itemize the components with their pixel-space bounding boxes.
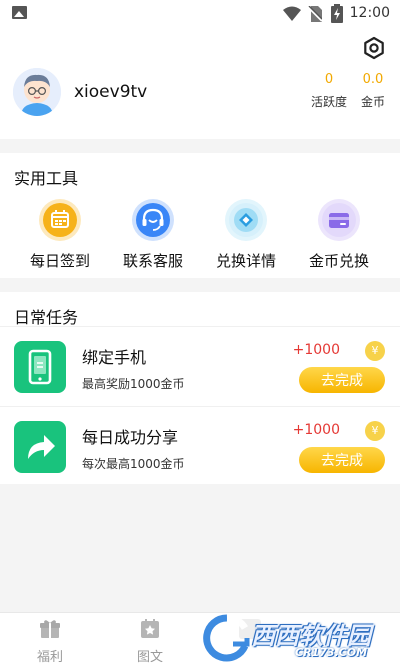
task-reward: +1000 [292, 342, 340, 358]
watermark-url: CR173.COM [295, 646, 368, 659]
nav-label: 图文 [136, 650, 163, 665]
tool-label: 每日签到 [29, 252, 90, 270]
battery-charging-icon [331, 4, 343, 23]
settings-icon[interactable] [362, 36, 386, 60]
clock: 12:00 [349, 5, 390, 21]
nav-article[interactable]: 图文 [120, 619, 180, 665]
nav-welfare[interactable]: 福利 [20, 619, 80, 665]
task-bind-phone: 绑定手机 最高奖励1000金币 +1000 ¥ 去完成 [0, 326, 400, 406]
activity-value: 0 [324, 72, 334, 87]
tasks-title: 日常任务 [14, 308, 79, 327]
complete-task-button[interactable]: 去完成 [299, 367, 385, 393]
coins-value: 0.0 [362, 72, 384, 87]
coins-stat[interactable]: 0.0 金币 [355, 72, 391, 110]
wifi-icon [283, 6, 301, 21]
gallery-icon [12, 6, 27, 19]
task-daily-share: 每日成功分享 每次最高1000金币 +1000 ¥ 去完成 [0, 406, 400, 486]
profile-header: xioev9tv 0 活跃度 0.0 金币 [0, 28, 400, 139]
no-sim-icon [308, 6, 322, 22]
article-icon [141, 619, 159, 638]
activity-stat[interactable]: 0 活跃度 [307, 72, 351, 110]
calendar-icon [39, 199, 81, 241]
tool-customer-service[interactable]: 联系客服 [107, 199, 199, 271]
avatar[interactable] [13, 68, 61, 116]
diamond-icon [225, 199, 267, 241]
task-description: 每次最高1000金币 [82, 457, 185, 471]
tool-coin-exchange[interactable]: 金币兑换 [293, 199, 385, 271]
share-icon [14, 421, 66, 473]
tool-label: 兑换详情 [215, 252, 276, 270]
phone-icon [14, 341, 66, 393]
nav-label: 福利 [36, 650, 63, 665]
tool-daily-checkin[interactable]: 每日签到 [14, 199, 106, 271]
complete-task-button[interactable]: 去完成 [299, 447, 385, 473]
tools-title: 实用工具 [14, 169, 79, 188]
task-reward: +1000 [292, 422, 340, 438]
tool-label: 金币兑换 [308, 252, 369, 270]
avatar-illustration-icon [13, 68, 61, 116]
daily-tasks-section: 日常任务 绑定手机 最高奖励1000金币 +1000 ¥ 去完成 每日成功分享 … [0, 292, 400, 484]
status-bar: 12:00 [0, 0, 400, 28]
coin-icon: ¥ [365, 341, 385, 361]
coins-label: 金币 [360, 95, 385, 109]
gift-icon [40, 620, 60, 638]
task-name: 绑定手机 [82, 348, 147, 367]
card-icon [318, 199, 360, 241]
headset-icon [132, 199, 174, 241]
activity-label: 活跃度 [310, 95, 347, 109]
watermark-logo: 西西软件园 CR173.COM [203, 614, 388, 662]
tool-exchange-details[interactable]: 兑换详情 [200, 199, 292, 271]
task-name: 每日成功分享 [82, 428, 179, 447]
username: xioev9tv [74, 82, 148, 102]
tool-label: 联系客服 [122, 252, 183, 270]
task-description: 最高奖励1000金币 [82, 377, 185, 391]
coin-icon: ¥ [365, 421, 385, 441]
tools-section: 实用工具 每日签到 联系客服 兑换详情 金币兑换 [0, 153, 400, 278]
